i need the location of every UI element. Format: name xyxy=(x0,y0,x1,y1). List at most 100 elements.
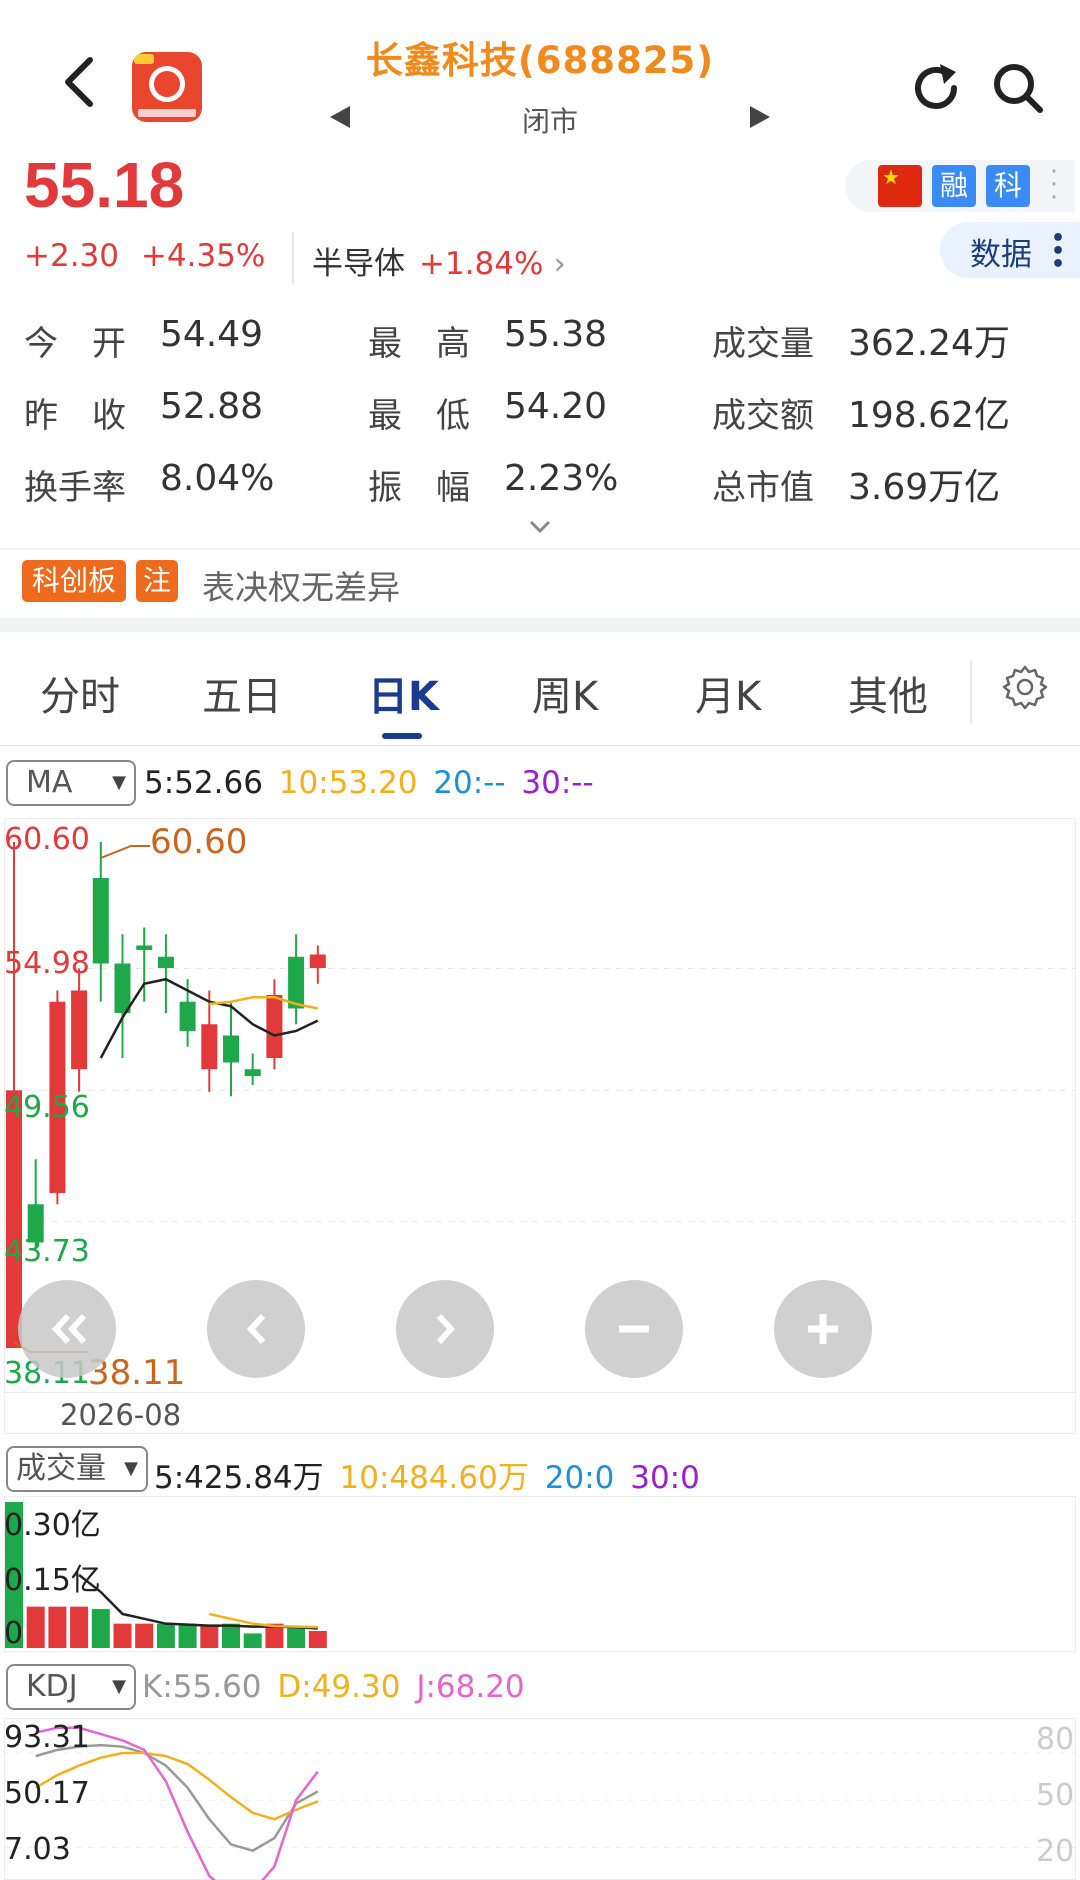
quote-value: 52.88 xyxy=(160,386,264,427)
quote-value: 3.69万亿 xyxy=(848,467,1001,508)
tab-item[interactable]: 月K xyxy=(695,664,761,722)
data-button[interactable]: 数据 xyxy=(970,229,1032,274)
back-icon[interactable] xyxy=(52,52,112,112)
vol-ma30-value: 30:0 xyxy=(630,1460,700,1496)
kdj-ref-80: 80 xyxy=(1036,1722,1075,1757)
axis-label-4: 43.73 xyxy=(4,1234,90,1269)
ma5-value: 5:52.66 xyxy=(144,765,263,801)
vol-ma10-value: 10:484.60万 xyxy=(339,1460,529,1496)
volume-bar xyxy=(156,1623,175,1648)
max-pointer xyxy=(100,845,150,859)
zoom-out-button[interactable] xyxy=(585,1280,683,1378)
star-market-tag[interactable]: 科 xyxy=(986,165,1030,207)
kdj-chart[interactable] xyxy=(0,1718,1080,1880)
candle-body xyxy=(114,963,131,1013)
voting-rights-text: 表决权无差异 xyxy=(202,568,400,607)
kdj-values: K:55.60 D:49.30 J:68.20 xyxy=(142,1669,525,1705)
search-icon[interactable] xyxy=(988,58,1048,118)
kdj-d-value: D:49.30 xyxy=(277,1669,401,1705)
quote-label: 最 高 xyxy=(368,324,470,364)
quote-value: 54.49 xyxy=(160,314,264,355)
volume-chart[interactable] xyxy=(0,1496,1080,1652)
section-gap xyxy=(0,618,1080,632)
divider xyxy=(292,232,294,284)
vol-axis-top: 0.30亿 xyxy=(4,1508,101,1543)
candle-body xyxy=(201,1024,218,1070)
jump-start-button[interactable] xyxy=(18,1280,116,1378)
volume-bar xyxy=(222,1623,240,1648)
quote-value: 362.24万 xyxy=(848,323,1010,364)
quote-value: 2.23% xyxy=(504,458,619,499)
zoom-in-button[interactable] xyxy=(774,1280,872,1378)
more-icon[interactable]: · · · xyxy=(1044,159,1064,211)
stock-title: 长鑫科技(688825) xyxy=(365,39,715,82)
divider xyxy=(0,548,1080,550)
next-stock-arrow[interactable] xyxy=(750,106,770,128)
prev-stock-arrow[interactable] xyxy=(330,106,350,128)
volume-bar xyxy=(178,1623,197,1648)
quote-label: 成交额 xyxy=(712,396,814,436)
scroll-right-button[interactable] xyxy=(396,1280,494,1378)
volume-bar xyxy=(200,1626,219,1648)
refresh-icon[interactable] xyxy=(906,58,966,118)
tab-item[interactable]: 周K xyxy=(532,664,598,722)
margin-tag[interactable]: 融 xyxy=(932,165,976,207)
tab-item[interactable]: 其他 xyxy=(848,664,928,722)
kdj-axis-top: 93.31 xyxy=(4,1720,90,1755)
chevron-right-icon xyxy=(436,1313,456,1345)
chevron-down-icon[interactable] xyxy=(525,516,555,538)
max-annotation: 60.60 xyxy=(150,822,248,862)
kdj-ref-50: 50 xyxy=(1036,1778,1075,1813)
volume-bar xyxy=(91,1609,110,1648)
axis-label-max: 60.60 xyxy=(4,822,90,857)
volume-selector[interactable]: 成交量 ▼ xyxy=(6,1446,148,1492)
broker-logo xyxy=(132,52,202,122)
quote-value: 8.04% xyxy=(160,458,275,499)
kdj-k-value: K:55.60 xyxy=(142,1669,262,1705)
volume-bar xyxy=(243,1633,262,1648)
china-flag-icon: ★ xyxy=(878,165,922,207)
tab-item[interactable]: 五日 xyxy=(202,664,282,722)
kdj-axis-low: 7.03 xyxy=(4,1832,71,1867)
caret-down-icon: ▼ xyxy=(124,1458,138,1479)
sector-link[interactable]: 半导体 +1.84% › xyxy=(312,238,566,283)
caret-down-icon: ▼ xyxy=(112,1676,126,1697)
tab-item[interactable]: 分时 xyxy=(40,664,120,722)
quote-label: 最 低 xyxy=(368,396,470,436)
volume-bar xyxy=(287,1626,306,1648)
volume-bar xyxy=(135,1623,154,1648)
axis-label-2: 54.98 xyxy=(4,946,90,981)
ma30-value: 30:-- xyxy=(521,765,594,801)
scroll-left-button[interactable] xyxy=(207,1280,305,1378)
last-price: 55.18 xyxy=(24,149,185,221)
star-board-tag: 科创板 xyxy=(22,560,127,602)
candle-body xyxy=(92,877,109,964)
volume-ma-values: 5:425.84万 10:484.60万 20:0 30:0 xyxy=(154,1452,700,1497)
candle-body xyxy=(136,945,153,950)
kdj-selector[interactable]: KDJ ▼ xyxy=(6,1664,136,1710)
candle-body xyxy=(288,956,305,1009)
candle-body xyxy=(266,994,283,1058)
ma10-value: 10:53.20 xyxy=(278,765,418,801)
vol-axis-zero: 0 xyxy=(4,1616,24,1651)
kdj-ref-20: 20 xyxy=(1036,1834,1075,1869)
tab-item[interactable]: 日K xyxy=(368,664,439,722)
double-chevron-left-icon xyxy=(51,1313,87,1345)
kdj-selector-label: KDJ xyxy=(26,1669,78,1704)
vol-ma20-value: 20:0 xyxy=(544,1460,615,1496)
change-percent: +4.35% xyxy=(140,238,266,274)
header: 长鑫科技(688825) 闭市 xyxy=(0,0,1080,140)
chevron-right-icon: › xyxy=(553,246,566,282)
data-more-icon[interactable]: • • • xyxy=(1050,228,1066,276)
volume-bar xyxy=(48,1606,67,1648)
volume-bar xyxy=(113,1623,132,1648)
axis-label-3: 49.56 xyxy=(4,1090,90,1125)
volume-bar xyxy=(70,1606,89,1648)
gear-icon[interactable] xyxy=(1002,664,1048,710)
ma-selector[interactable]: MA ▼ xyxy=(6,760,136,806)
registration-tag: 注 xyxy=(136,560,178,602)
quote-value: 198.62亿 xyxy=(848,395,1010,436)
kline-chart[interactable] xyxy=(0,818,1080,1393)
sector-percent: +1.84% xyxy=(419,246,544,282)
divider xyxy=(970,660,972,724)
